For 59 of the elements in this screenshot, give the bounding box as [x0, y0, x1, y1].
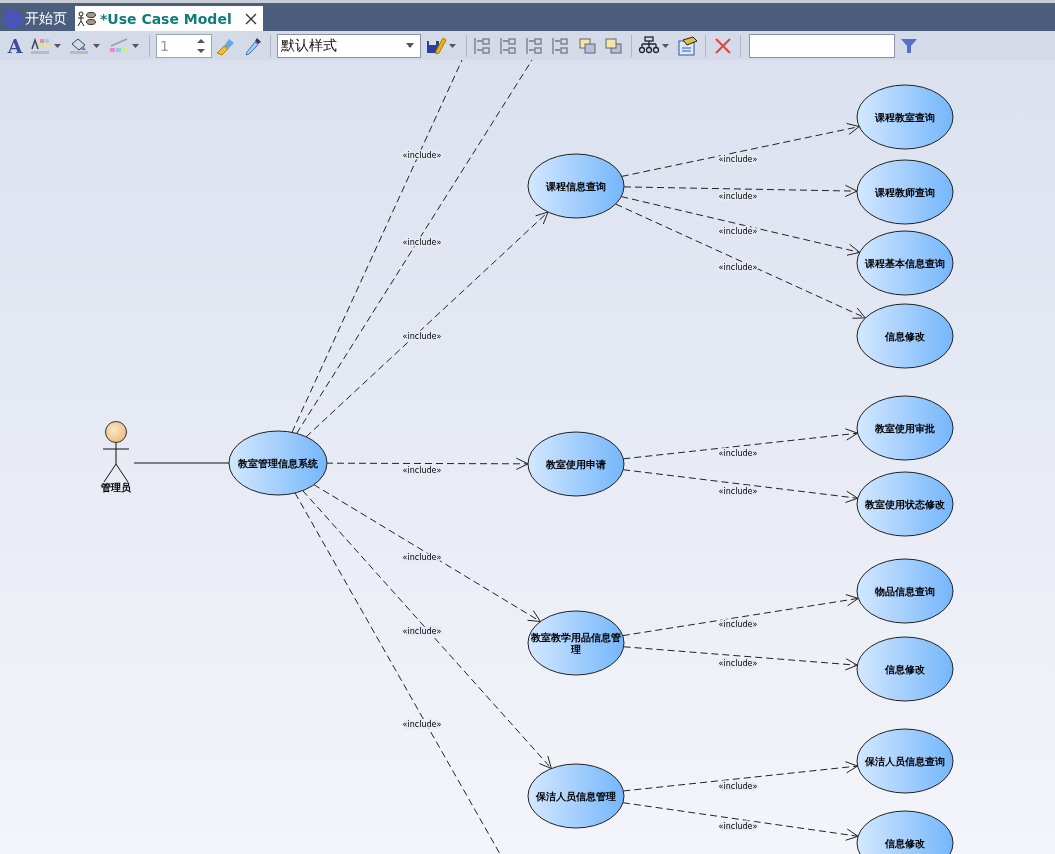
caret-icon[interactable] — [662, 43, 669, 48]
include-stereotype: «include» — [718, 262, 758, 272]
include-stereotype: «include» — [718, 191, 758, 201]
include-stereotype: «include» — [718, 155, 758, 164]
include-stereotype: «include» — [402, 466, 442, 476]
use-case-label: 物品信息查询 — [875, 586, 935, 597]
use-case-label: 教室教学用品信息管理 — [531, 632, 621, 655]
document-tab[interactable]: *Use Case Model — [75, 6, 263, 31]
include-stereotype: «include» — [718, 658, 758, 668]
spinner-arrows-icon[interactable] — [197, 37, 205, 54]
use-case-label: 信息修改 — [885, 838, 925, 849]
use-case-label: 教室使用状态修改 — [865, 499, 945, 510]
eyedropper-icon[interactable] — [242, 35, 264, 56]
include-stereotype: «include» — [718, 226, 758, 236]
delete-icon[interactable] — [712, 35, 734, 56]
include-stereotype: «include» — [718, 781, 758, 791]
include-stereotype: «include» — [402, 553, 442, 562]
use-case-label: 课程教师查询 — [875, 187, 935, 198]
search-field[interactable] — [749, 33, 895, 58]
include-stereotype: «include» — [718, 486, 758, 496]
use-case-label: 课程基本信息查询 — [865, 258, 945, 269]
caret-icon[interactable] — [54, 43, 61, 48]
use-case-label: 课程教室查询 — [875, 112, 935, 123]
include-stereotype: «include» — [718, 620, 758, 630]
actor-usecase-icon — [77, 9, 97, 28]
bring-front-icon[interactable] — [577, 35, 599, 56]
include-stereotype: «include» — [402, 237, 442, 247]
line-width-spinner[interactable]: 1 — [156, 33, 212, 58]
properties-icon[interactable] — [677, 35, 699, 56]
use-case-label: 教室使用审批 — [875, 423, 935, 434]
include-stereotype: «include» — [402, 719, 442, 729]
include-stereotype: «include» — [718, 822, 758, 832]
include-stereotype: «include» — [402, 332, 442, 342]
actor-label: 管理员 — [101, 482, 131, 493]
actor-figure — [102, 421, 130, 483]
send-back-icon[interactable] — [603, 35, 625, 56]
include-stereotype: «include» — [402, 150, 442, 160]
include-stereotype: «include» — [718, 449, 758, 459]
use-case-label: 保洁人员信息查询 — [865, 756, 945, 767]
use-case-label: 教室使用申请 — [546, 459, 606, 470]
caret-icon[interactable] — [93, 43, 100, 48]
caret-icon[interactable] — [132, 43, 139, 48]
use-case-label: 教室管理信息系统 — [238, 458, 318, 469]
include-stereotype: «include» — [402, 626, 442, 636]
fill-bucket-icon[interactable] — [69, 36, 91, 55]
use-case-label: 课程信息查询 — [546, 181, 606, 192]
style-dropdown[interactable]: 默认样式 — [277, 33, 421, 58]
use-case-label: 保洁人员信息管理 — [536, 791, 616, 802]
save-pencil-icon[interactable] — [425, 35, 447, 56]
font-button[interactable]: A — [4, 34, 26, 57]
document-tab[interactable]: 开始页 — [2, 6, 73, 31]
line-color-icon[interactable] — [108, 36, 130, 55]
hierarchy-icon[interactable] — [638, 35, 660, 56]
caret-icon — [406, 43, 414, 48]
caret-icon[interactable] — [449, 43, 456, 48]
use-case-label: 信息修改 — [885, 664, 925, 675]
font-color-icon[interactable] — [30, 36, 52, 55]
use-case-label: 信息修改 — [885, 331, 925, 342]
close-icon[interactable] — [244, 12, 257, 25]
